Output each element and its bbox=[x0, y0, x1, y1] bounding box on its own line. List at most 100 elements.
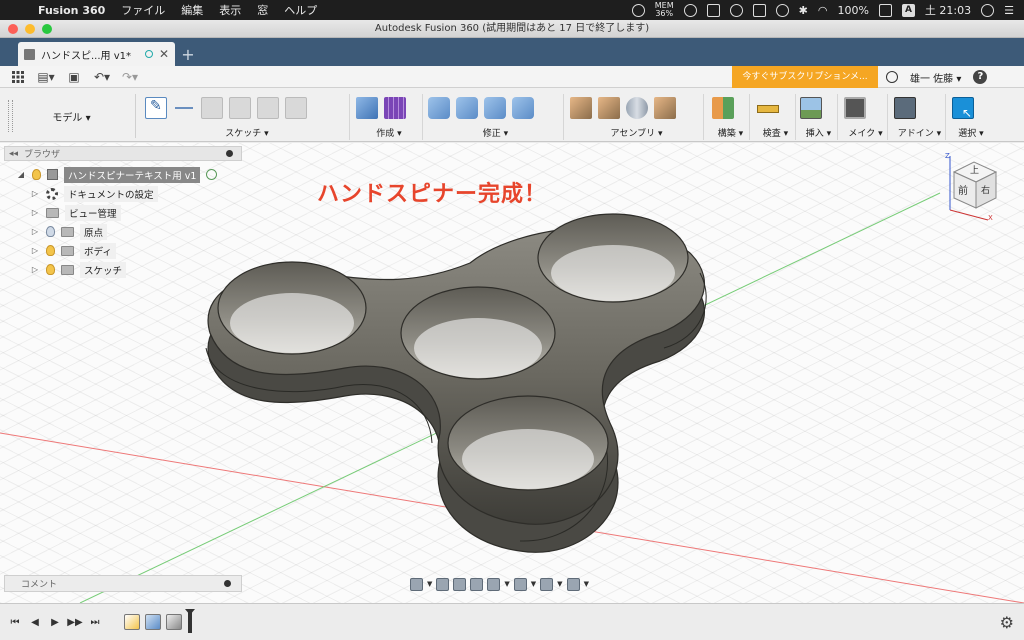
expand-arrow-icon[interactable]: ▷ bbox=[30, 246, 40, 255]
shell-icon[interactable] bbox=[512, 97, 534, 119]
document-tab[interactable]: ハンドスピ...用 v1* ✕ bbox=[18, 42, 175, 66]
orbit-icon[interactable] bbox=[410, 577, 423, 591]
dropbox-icon[interactable] bbox=[706, 3, 720, 17]
press-pull-icon[interactable] bbox=[428, 97, 450, 119]
modify-menu[interactable]: 修正 ▾ bbox=[428, 126, 563, 139]
tree-item-named-views[interactable]: ▷ ビュー管理 bbox=[16, 203, 217, 222]
close-window-button[interactable] bbox=[8, 24, 18, 34]
airplay-icon[interactable] bbox=[752, 3, 766, 17]
expand-arrow-icon[interactable]: ▷ bbox=[30, 265, 40, 274]
tree-item-bodies[interactable]: ▷ ボディ bbox=[16, 241, 217, 260]
comments-panel[interactable]: コメント bbox=[4, 575, 242, 592]
tree-item-document-settings[interactable]: ▷ ドキュメントの設定 bbox=[16, 184, 217, 203]
orbit-dropdown-icon[interactable]: ▼ bbox=[427, 580, 432, 588]
display-dropdown-icon[interactable]: ▼ bbox=[531, 580, 536, 588]
active-check-icon[interactable] bbox=[206, 169, 218, 180]
data-panel-button[interactable] bbox=[8, 69, 28, 85]
battery-percent[interactable]: 100% bbox=[837, 4, 868, 17]
timeline-forward-button[interactable]: ▶▶ bbox=[66, 617, 84, 628]
fit-icon[interactable] bbox=[487, 577, 501, 591]
redo-button[interactable]: ↷▾ bbox=[120, 69, 140, 85]
timeline-start-button[interactable]: ⏮ bbox=[6, 617, 24, 628]
extrude-icon[interactable] bbox=[356, 97, 378, 119]
select-icon[interactable] bbox=[952, 97, 974, 120]
bluetooth-icon[interactable]: ✱ bbox=[799, 4, 808, 17]
notification-center-icon[interactable]: ☰ bbox=[1004, 4, 1014, 17]
timeline-play-button[interactable]: ▶ bbox=[46, 617, 64, 628]
chamfer-icon[interactable] bbox=[484, 97, 506, 119]
browser-panel-header[interactable]: ◂◂ ブラウザ bbox=[4, 146, 242, 161]
expand-arrow-icon[interactable]: ▷ bbox=[30, 189, 40, 198]
job-status-icon[interactable] bbox=[886, 71, 898, 83]
save-button[interactable]: ▣ bbox=[64, 69, 84, 85]
timeline-back-button[interactable]: ◀ bbox=[26, 617, 44, 628]
menu-window[interactable]: 窓 bbox=[249, 2, 276, 18]
visibility-bulb-icon[interactable] bbox=[46, 264, 55, 275]
timeline-sketch-feature[interactable] bbox=[124, 614, 140, 630]
form-icon[interactable] bbox=[384, 97, 406, 119]
construct-menu[interactable]: 構築 ▾ bbox=[712, 126, 749, 139]
grid-settings-icon[interactable] bbox=[540, 577, 554, 591]
expand-arrow-icon[interactable]: ▷ bbox=[30, 227, 40, 236]
zoom-icon[interactable] bbox=[470, 577, 484, 591]
zoom-dropdown-icon[interactable]: ▼ bbox=[504, 580, 509, 588]
select-menu[interactable]: 選択 ▾ bbox=[952, 126, 990, 139]
addins-menu[interactable]: アドイン ▾ bbox=[894, 126, 945, 139]
undo-button[interactable]: ↶▾ bbox=[92, 69, 112, 85]
viewports-icon[interactable] bbox=[566, 577, 580, 591]
pin-icon[interactable] bbox=[226, 150, 233, 157]
collapse-icon[interactable]: ◂◂ bbox=[9, 149, 18, 159]
new-component-icon[interactable] bbox=[570, 97, 592, 119]
scripts-icon[interactable] bbox=[894, 97, 916, 119]
menu-file[interactable]: ファイル bbox=[113, 2, 173, 18]
insert-menu[interactable]: 挿入 ▾ bbox=[800, 126, 837, 139]
timeline-settings-gear-icon[interactable]: ⚙ bbox=[1000, 613, 1014, 632]
visibility-bulb-icon[interactable] bbox=[32, 169, 41, 180]
measure-icon[interactable] bbox=[756, 97, 779, 119]
pin-icon[interactable] bbox=[224, 580, 231, 587]
display-settings-icon[interactable] bbox=[513, 577, 527, 591]
motion-link-icon[interactable] bbox=[654, 97, 676, 119]
inspect-menu[interactable]: 検査 ▾ bbox=[756, 126, 795, 139]
menu-help[interactable]: ヘルプ bbox=[276, 2, 325, 18]
menu-view[interactable]: 表示 bbox=[211, 2, 249, 18]
memory-indicator[interactable]: MEM 36% bbox=[655, 2, 674, 18]
line-tool-icon[interactable] bbox=[173, 97, 195, 119]
dimension-icon[interactable] bbox=[201, 97, 223, 119]
file-menu-button[interactable]: ▤▾ bbox=[36, 69, 56, 85]
workspace-selector[interactable]: モデル ▾ bbox=[8, 94, 136, 138]
mirror-icon[interactable] bbox=[229, 97, 251, 119]
as-built-joint-icon[interactable] bbox=[626, 97, 648, 119]
3d-print-icon[interactable] bbox=[844, 97, 866, 119]
creative-cloud-icon[interactable] bbox=[631, 3, 645, 17]
grid-dropdown-icon[interactable]: ▼ bbox=[557, 580, 562, 588]
assemble-menu[interactable]: アセンブリ ▾ bbox=[570, 126, 703, 139]
minimize-window-button[interactable] bbox=[25, 24, 35, 34]
expand-arrow-icon[interactable]: ▷ bbox=[30, 208, 40, 217]
siri-icon[interactable] bbox=[981, 3, 995, 17]
time-machine-icon[interactable] bbox=[775, 3, 789, 17]
create-menu[interactable]: 作成 ▾ bbox=[356, 126, 422, 139]
sync-icon[interactable] bbox=[683, 3, 697, 17]
dock-icon[interactable] bbox=[729, 3, 743, 17]
timeline-end-button[interactable]: ⏭ bbox=[86, 617, 104, 628]
wifi-icon[interactable]: ◠ bbox=[818, 4, 828, 17]
sketch-text-icon[interactable] bbox=[285, 97, 307, 119]
offset-plane-icon[interactable] bbox=[712, 97, 734, 119]
tree-item-origin[interactable]: ▷ 原点 bbox=[16, 222, 217, 241]
user-menu[interactable]: 雄一 佐藤 ▾ bbox=[910, 70, 961, 85]
visibility-bulb-icon[interactable] bbox=[46, 245, 55, 256]
menubar-clock[interactable]: 土 21:03 bbox=[925, 2, 971, 18]
make-menu[interactable]: メイク ▾ bbox=[844, 126, 887, 139]
tree-item-sketches[interactable]: ▷ スケッチ bbox=[16, 260, 217, 279]
input-mode-indicator[interactable]: A bbox=[901, 3, 915, 17]
fillet-sketch-icon[interactable] bbox=[257, 97, 279, 119]
close-tab-button[interactable]: ✕ bbox=[159, 47, 169, 61]
viewcube[interactable]: 上 前 右 Z X bbox=[944, 150, 1000, 222]
battery-icon[interactable] bbox=[878, 3, 892, 17]
visibility-bulb-icon[interactable] bbox=[46, 226, 55, 237]
fillet-icon[interactable] bbox=[456, 97, 478, 119]
tree-root[interactable]: ◢ ハンドスピナーテキスト用 v1 bbox=[16, 165, 218, 184]
new-tab-button[interactable]: + bbox=[178, 46, 198, 64]
timeline-fillet-feature[interactable] bbox=[166, 614, 182, 630]
